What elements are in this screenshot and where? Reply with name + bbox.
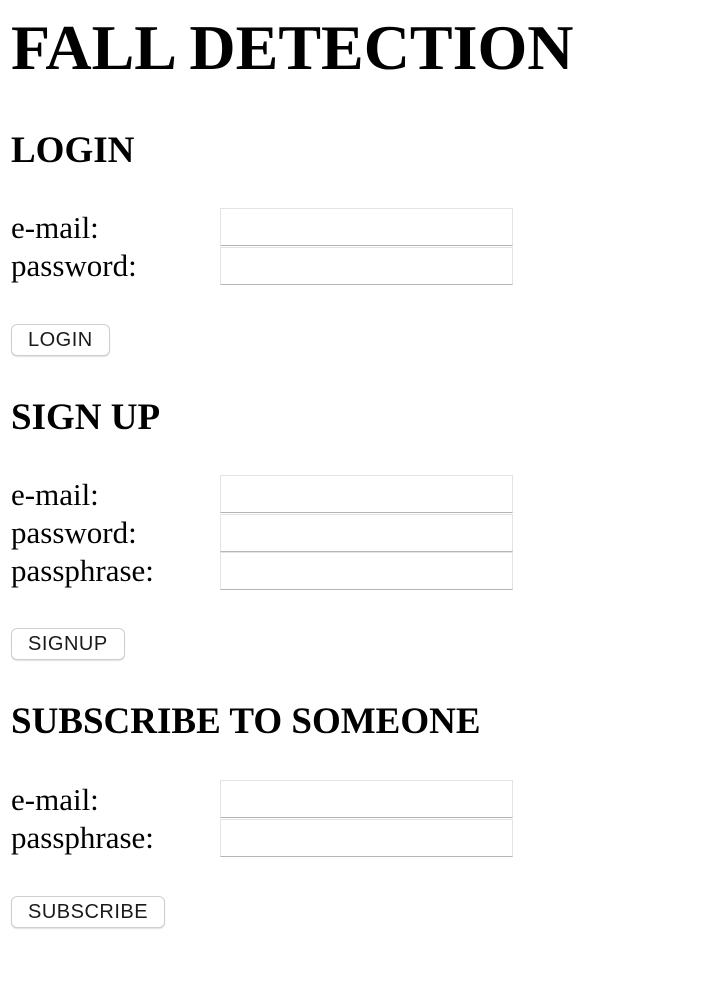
login-heading: LOGIN <box>11 130 135 171</box>
signup-email-input[interactable] <box>220 475 513 513</box>
signup-password-input[interactable] <box>220 514 513 552</box>
signup-password-label: password: <box>11 515 137 550</box>
login-password-input[interactable] <box>220 247 513 285</box>
subscribe-email-input[interactable] <box>220 780 513 818</box>
app-title: FALL DETECTION <box>11 12 574 83</box>
signup-passphrase-input[interactable] <box>220 552 513 590</box>
login-email-input[interactable] <box>220 208 513 246</box>
signup-email-label: e-mail: <box>11 477 99 512</box>
signup-heading: SIGN UP <box>11 397 161 438</box>
subscribe-button[interactable]: SUBSCRIBE <box>11 896 166 928</box>
page: FALL DETECTION LOGIN e-mail: password: L… <box>0 0 710 988</box>
subscribe-email-label: e-mail: <box>11 782 99 817</box>
login-password-label: password: <box>11 248 137 283</box>
subscribe-passphrase-input[interactable] <box>220 819 513 857</box>
subscribe-heading: SUBSCRIBE TO SOMEONE <box>11 701 481 742</box>
signup-passphrase-label: passphrase: <box>11 553 154 588</box>
signup-button[interactable]: SIGNUP <box>11 628 125 660</box>
login-button[interactable]: LOGIN <box>11 324 110 356</box>
login-email-label: e-mail: <box>11 210 99 245</box>
subscribe-passphrase-label: passphrase: <box>11 820 154 855</box>
